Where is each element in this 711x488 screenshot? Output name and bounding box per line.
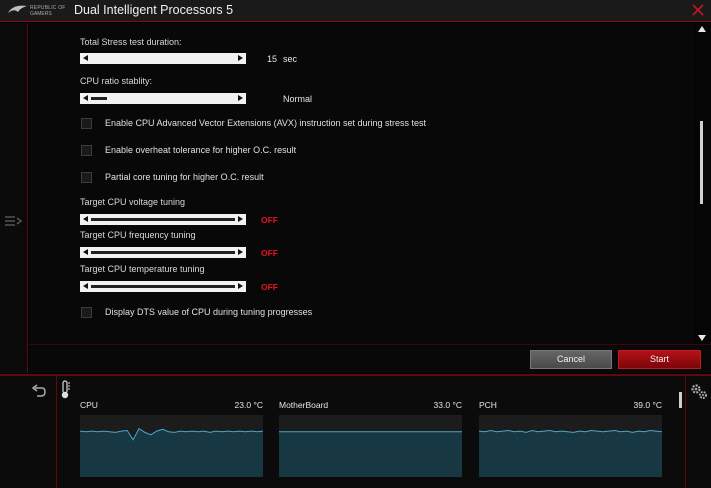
avx-option-label: Enable CPU Advanced Vector Extensions (A…	[105, 118, 426, 128]
voltage-tuning-slider[interactable]	[80, 214, 246, 225]
thermometer-icon[interactable]	[60, 380, 72, 400]
sensor-temperature: 39.0 °C	[633, 400, 662, 410]
checkbox[interactable]	[81, 118, 92, 129]
sensor-temperature: 33.0 °C	[433, 400, 462, 410]
temperature-tuning-slider[interactable]	[80, 281, 246, 292]
pch-temp-graph	[479, 415, 662, 477]
checkbox[interactable]	[81, 172, 92, 183]
divider	[56, 376, 57, 488]
trace-area	[279, 431, 462, 477]
temperature-tuning-label: Target CPU temperature tuning	[80, 264, 205, 274]
pch-temp-trace	[479, 429, 662, 477]
menu-icon[interactable]	[3, 213, 23, 229]
scroll-thumb[interactable]	[700, 121, 703, 204]
stress-duration-label: Total Stress test duration:	[80, 37, 182, 47]
slider-right-arrow-icon[interactable]	[238, 95, 243, 101]
window-title: Dual Intelligent Processors 5	[74, 3, 234, 17]
slider-right-arrow-icon[interactable]	[238, 249, 243, 255]
overheat-tolerance-label: Enable overheat tolerance for higher O.C…	[105, 145, 297, 155]
ratio-stability-label: CPU ratio stablity:	[80, 76, 153, 86]
rog-eye-icon	[8, 5, 27, 13]
sensor-name: PCH	[479, 400, 497, 410]
close-icon[interactable]	[690, 2, 706, 18]
back-icon[interactable]	[31, 384, 47, 398]
cancel-button[interactable]: Cancel	[530, 350, 612, 369]
slider-left-arrow-icon[interactable]	[83, 283, 88, 289]
scroll-up-icon[interactable]	[698, 26, 706, 32]
divider	[29, 344, 711, 345]
rog-logo: REPUBLIC OF GAMERS	[3, 2, 65, 20]
slider-left-arrow-icon[interactable]	[83, 249, 88, 255]
frequency-tuning-slider[interactable]	[80, 247, 246, 258]
settings-icon[interactable]	[689, 382, 709, 402]
temperature-tuning-value: OFF	[261, 282, 278, 292]
checkbox[interactable]	[81, 307, 92, 318]
start-button[interactable]: Start	[618, 350, 701, 369]
ratio-stability-value: Normal	[283, 94, 313, 104]
slider-thumb[interactable]	[91, 97, 107, 100]
slider-right-arrow-icon[interactable]	[238, 55, 243, 61]
cpu-sensor-panel: CPU 23.0 °C	[80, 400, 263, 482]
trace-area	[80, 428, 263, 477]
settings-content: Total Stress test duration: 15 sec CPU r…	[29, 23, 694, 343]
title-bar: REPUBLIC OF GAMERS Dual Intelligent Proc…	[0, 0, 711, 22]
partial-core-label: Partial core tuning for higher O.C. resu…	[105, 172, 264, 182]
scroll-down-icon[interactable]	[698, 335, 706, 341]
frequency-tuning-label: Target CPU frequency tuning	[80, 230, 196, 240]
slider-track[interactable]	[91, 251, 235, 254]
stress-duration-slider[interactable]	[80, 53, 246, 64]
hardware-monitor: CPU 23.0 °C MotherBoard 33.0 °C PCH 39.0…	[0, 376, 711, 488]
monitor-scroll-thumb[interactable]	[679, 392, 682, 408]
checkbox[interactable]	[81, 145, 92, 156]
divider	[685, 376, 686, 488]
cpu-temp-trace	[80, 427, 263, 477]
pch-sensor-panel: PCH 39.0 °C	[479, 400, 662, 482]
ratio-stability-slider[interactable]	[80, 93, 246, 104]
sensor-name: MotherBoard	[279, 400, 329, 410]
motherboard-sensor-panel: MotherBoard 33.0 °C	[279, 400, 462, 482]
settings-scrollbar[interactable]	[694, 23, 711, 345]
slider-right-arrow-icon[interactable]	[238, 283, 243, 289]
stress-duration-unit: sec	[283, 54, 298, 64]
sensor-name: CPU	[80, 400, 98, 410]
slider-track[interactable]	[91, 218, 235, 221]
slider-right-arrow-icon[interactable]	[238, 216, 243, 222]
slider-left-arrow-icon[interactable]	[83, 95, 88, 101]
trace-area	[479, 430, 662, 477]
motherboard-temp-graph	[279, 415, 462, 477]
dts-option-label: Display DTS value of CPU during tuning p…	[105, 307, 313, 317]
cpu-temp-graph	[80, 415, 263, 477]
voltage-tuning-label: Target CPU voltage tuning	[80, 197, 186, 207]
voltage-tuning-value: OFF	[261, 215, 278, 225]
left-rail	[0, 23, 28, 373]
sensor-temperature: 23.0 °C	[234, 400, 263, 410]
logo-text-line2: GAMERS	[30, 11, 52, 17]
slider-left-arrow-icon[interactable]	[83, 55, 88, 61]
slider-track[interactable]	[91, 285, 235, 288]
stress-duration-value: 15	[267, 54, 278, 64]
slider-left-arrow-icon[interactable]	[83, 216, 88, 222]
motherboard-temp-trace	[279, 431, 462, 477]
settings-panel: Total Stress test duration: 15 sec CPU r…	[29, 23, 711, 373]
frequency-tuning-value: OFF	[261, 248, 278, 258]
